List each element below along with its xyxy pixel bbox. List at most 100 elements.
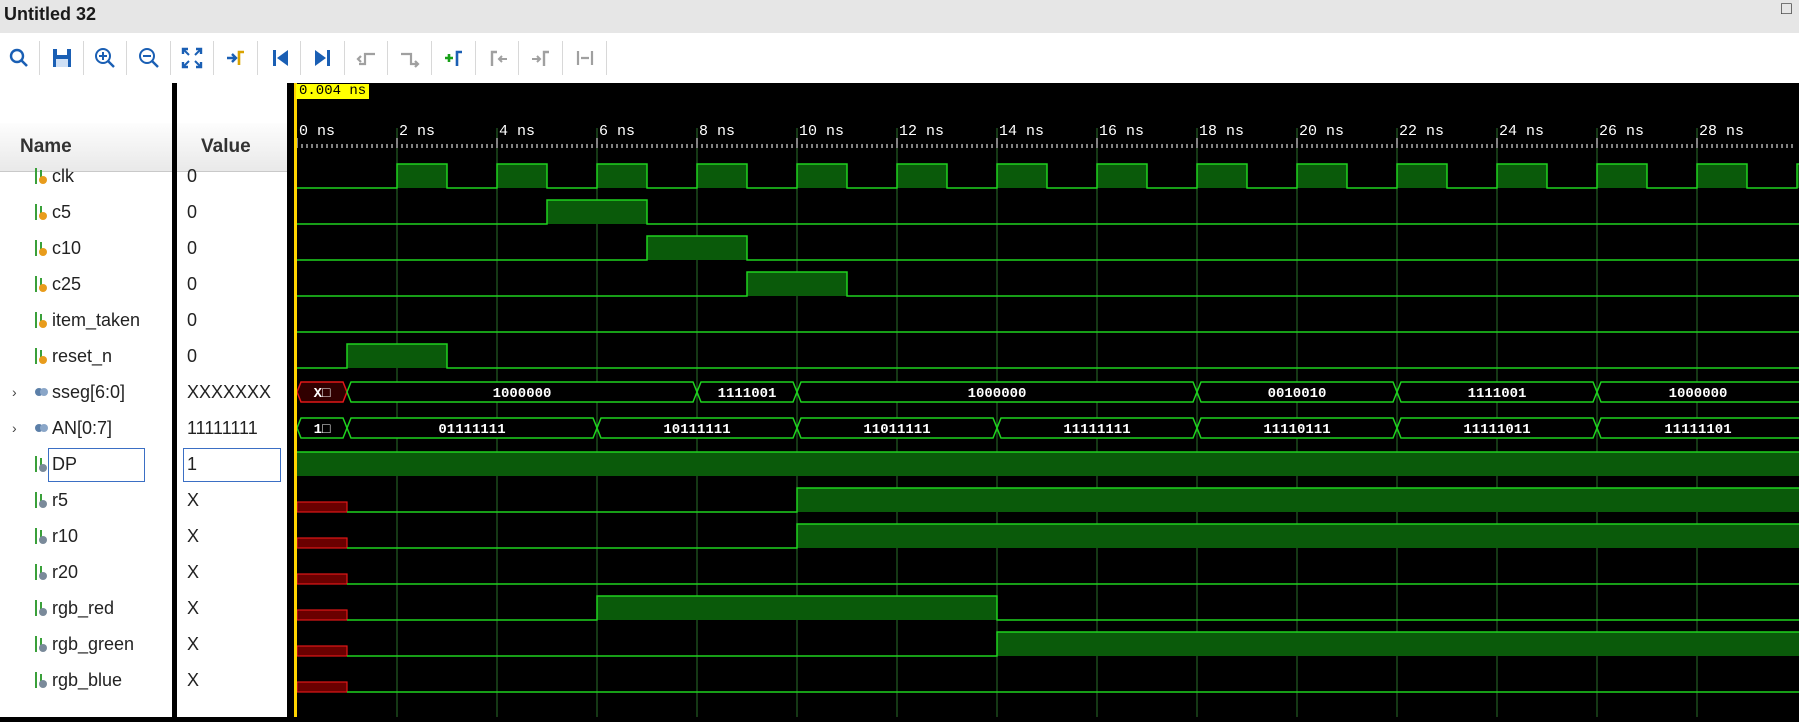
signal-row-c5[interactable]: c5 — [0, 194, 172, 230]
zoom-fit-icon[interactable] — [177, 43, 207, 73]
signal-row-reset-n[interactable]: reset_n — [0, 338, 172, 374]
signal-value: 11111111 — [187, 418, 258, 438]
toolbar-separator — [562, 41, 563, 75]
signal-row-rgb-blue[interactable]: rgb_blue — [0, 662, 172, 698]
signal-value-row[interactable]: 0 — [177, 266, 287, 302]
bus-value-label: 1000000 — [1669, 386, 1728, 402]
high-level-fill — [297, 452, 1799, 476]
signal-value: 0 — [187, 202, 198, 222]
signal-value-pane: Value 0 0 0 0 0 0 XXXXXXX 11111111 1 X X X X X X — [177, 83, 287, 717]
unknown-value-block — [296, 645, 348, 657]
high-level-fill — [497, 164, 547, 188]
timeline-tick-label: 26 ns — [1599, 123, 1644, 140]
bus-value-label: X□ — [314, 386, 331, 402]
signal-value-row[interactable]: 0 — [177, 302, 287, 338]
add-marker-icon[interactable] — [439, 43, 469, 73]
zoom-out-icon[interactable] — [134, 43, 164, 73]
signal-value: 0 — [187, 238, 198, 258]
signal-row-rgb-green[interactable]: rgb_green — [0, 626, 172, 662]
toolbar-separator — [257, 41, 258, 75]
unknown-value-block — [296, 501, 348, 513]
selected-name-box — [48, 448, 145, 482]
signal-value: 0 — [187, 274, 198, 294]
signal-value-row[interactable]: X — [177, 590, 287, 626]
maximize-button[interactable]: □ — [1781, 0, 1792, 19]
signal-value-row[interactable]: XXXXXXX — [177, 374, 287, 410]
go-to-cursor-icon[interactable] — [221, 43, 251, 73]
waveform-trace — [347, 595, 1799, 621]
signal-value-row[interactable]: 0 — [177, 194, 287, 230]
unknown-value-block — [296, 609, 348, 621]
signal-value-row[interactable]: 0 — [177, 230, 287, 266]
save-icon[interactable] — [47, 43, 77, 73]
high-level-fill — [797, 164, 847, 188]
title-bar: Untitled 32 □ — [0, 0, 1799, 33]
signal-value-row[interactable]: X — [177, 518, 287, 554]
toolbar-separator — [39, 41, 40, 75]
zoom-in-icon[interactable] — [90, 43, 120, 73]
signal-name: AN[0:7] — [52, 418, 113, 438]
cursor-time-label: 0.004 ns — [296, 84, 370, 99]
signal-row-item-taken[interactable]: item_taken — [0, 302, 172, 338]
signal-row-c25[interactable]: c25 — [0, 266, 172, 302]
timeline-tick-label: 0 ns — [299, 123, 335, 140]
signal-value: 0 — [187, 346, 198, 366]
time-cursor[interactable] — [294, 83, 297, 717]
bus-value-label: 1111001 — [718, 386, 777, 402]
bus-value-label: 0010010 — [1268, 386, 1327, 402]
output-signal-icon — [35, 528, 47, 544]
expand-chevron-icon[interactable]: › — [12, 410, 17, 446]
signal-row-sseg-6-0-[interactable]: › sseg[6:0] — [0, 374, 172, 410]
signal-row-rgb-red[interactable]: rgb_red — [0, 590, 172, 626]
signal-value-row[interactable]: X — [177, 554, 287, 590]
waveform-canvas[interactable]: 0 ns 2 ns 4 ns 6 ns 8 ns 10 ns 12 ns 14 ns 16 ns… — [290, 83, 1799, 717]
high-level-fill — [597, 164, 647, 188]
signal-row-r10[interactable]: r10 — [0, 518, 172, 554]
input-signal-icon — [35, 276, 47, 292]
timeline-tick-label: 6 ns — [599, 123, 635, 140]
signal-row-r20[interactable]: r20 — [0, 554, 172, 590]
high-level-fill — [1297, 164, 1347, 188]
toolbar-separator — [431, 41, 432, 75]
signal-value-row[interactable]: 11111111 — [177, 410, 287, 446]
signal-name: item_taken — [52, 310, 141, 330]
waveform-trace — [297, 343, 1799, 369]
bus-signal-icon — [35, 424, 48, 432]
search-icon[interactable] — [4, 43, 34, 73]
signal-value-row[interactable]: X — [177, 626, 287, 662]
bus-value-label: 11110111 — [1263, 422, 1330, 438]
signal-value-row[interactable]: 0 — [177, 338, 287, 374]
high-level-fill — [997, 164, 1047, 188]
bus-value-label: 1000000 — [493, 386, 552, 402]
toolbar-separator — [126, 41, 127, 75]
expand-chevron-icon[interactable]: › — [12, 374, 17, 410]
timeline-tick-label: 16 ns — [1099, 123, 1144, 140]
signal-row-an-0-7-[interactable]: › AN[0:7] — [0, 410, 172, 446]
go-to-time-zero-icon[interactable] — [265, 43, 295, 73]
high-level-fill — [597, 596, 997, 620]
timeline-tick-label: 20 ns — [1299, 123, 1344, 140]
high-level-fill — [997, 632, 1799, 656]
signal-name: sseg[6:0] — [52, 382, 126, 402]
timeline-tick-label: 18 ns — [1199, 123, 1244, 140]
output-signal-icon — [35, 636, 47, 652]
signal-value-row[interactable]: X — [177, 482, 287, 518]
toolbar-separator — [83, 41, 84, 75]
toolbar-separator — [387, 41, 388, 75]
timeline-tick-label: 28 ns — [1699, 123, 1744, 140]
input-signal-icon — [35, 312, 47, 328]
signal-value-row[interactable]: 0 — [177, 158, 287, 194]
timeline-tick-label: 14 ns — [999, 123, 1044, 140]
go-to-last-time-icon[interactable] — [308, 43, 338, 73]
signal-value: 0 — [187, 166, 198, 186]
signal-row-clk[interactable]: clk — [0, 158, 172, 194]
timeline-tick-label: 10 ns — [799, 123, 844, 140]
timeline-tick-label: 22 ns — [1399, 123, 1444, 140]
signal-row-r5[interactable]: r5 — [0, 482, 172, 518]
signal-row-c10[interactable]: c10 — [0, 230, 172, 266]
signal-value-row[interactable]: X — [177, 662, 287, 698]
next-marker-icon — [526, 43, 556, 73]
high-level-fill — [797, 524, 1799, 548]
signal-value: X — [187, 670, 200, 690]
toolbar-separator — [300, 41, 301, 75]
